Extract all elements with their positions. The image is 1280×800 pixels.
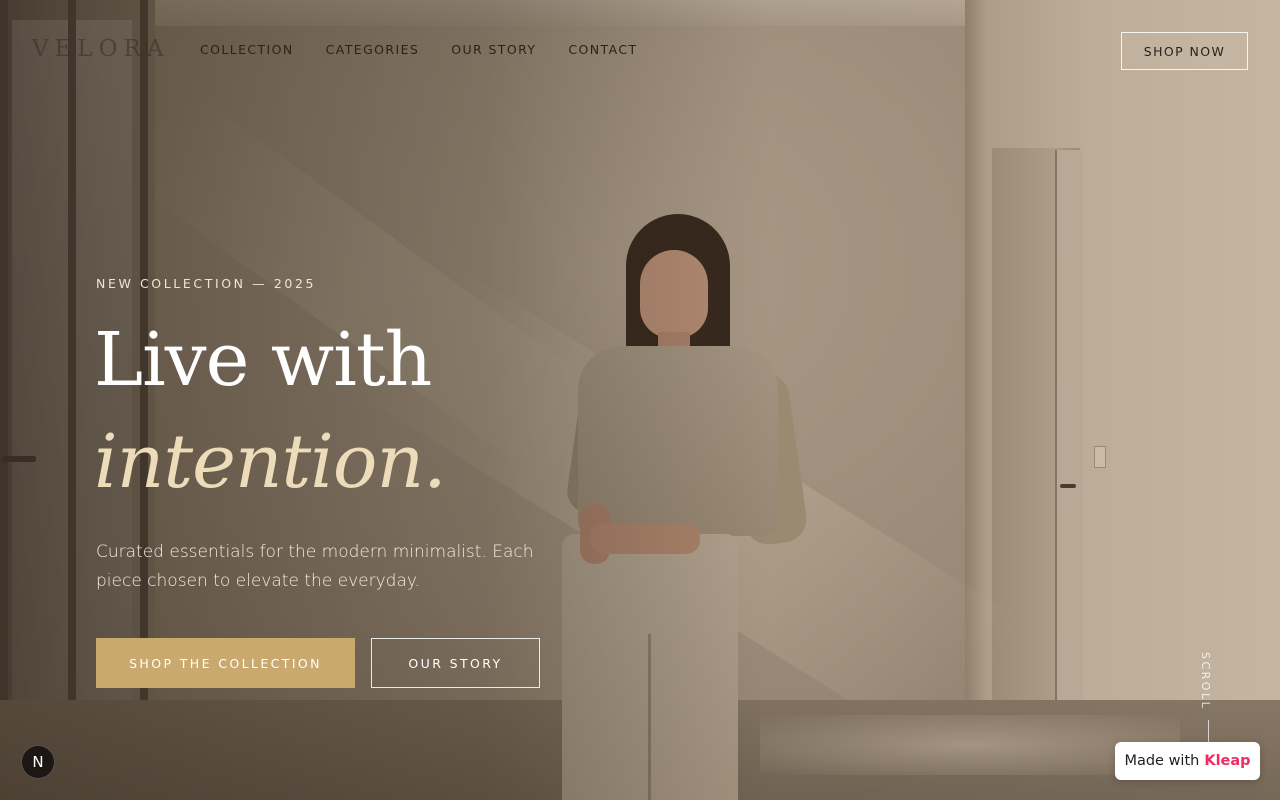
our-story-button[interactable]: OUR STORY bbox=[371, 638, 540, 688]
made-with-prefix: Made with bbox=[1124, 753, 1200, 769]
brand-logo[interactable]: VELORA bbox=[32, 36, 169, 62]
made-with-kleap-badge[interactable]: Made with Kleap bbox=[1115, 742, 1260, 780]
hero-subtitle: Curated essentials for the modern minima… bbox=[96, 542, 534, 591]
nav-item-our-story[interactable]: OUR STORY bbox=[451, 42, 536, 57]
hero-eyebrow: NEW COLLECTION — 2025 bbox=[96, 276, 317, 291]
hero-title-italic: intention. bbox=[94, 419, 447, 505]
site-header: VELORA COLLECTION CATEGORIES OUR STORY C… bbox=[0, 0, 1280, 100]
shop-the-collection-button[interactable]: SHOP THE COLLECTION bbox=[96, 638, 355, 688]
scroll-label: SCROLL bbox=[1199, 652, 1212, 711]
hero-title: Live with bbox=[94, 317, 432, 403]
main-nav: COLLECTION CATEGORIES OUR STORY CONTACT bbox=[200, 42, 669, 57]
shop-now-button[interactable]: SHOP NOW bbox=[1121, 32, 1248, 70]
nav-item-categories[interactable]: CATEGORIES bbox=[326, 42, 420, 57]
nav-item-contact[interactable]: CONTACT bbox=[568, 42, 637, 57]
n-logo-badge[interactable]: N bbox=[21, 745, 55, 779]
kleap-brand: Kleap bbox=[1204, 753, 1251, 769]
nav-item-collection[interactable]: COLLECTION bbox=[200, 42, 294, 57]
